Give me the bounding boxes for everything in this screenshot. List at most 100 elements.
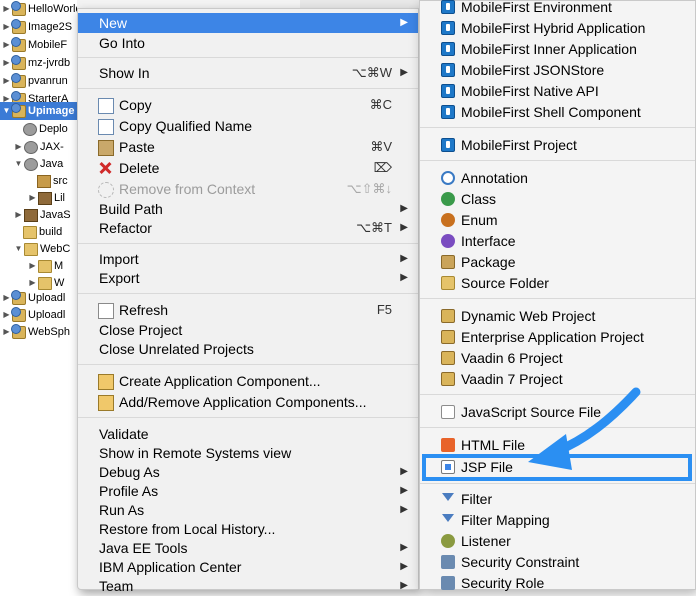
jar-icon	[38, 191, 52, 205]
submenu-item-security-constraint[interactable]: Security Constraint	[420, 552, 695, 573]
expand-arrow-icon[interactable]: ▶	[2, 54, 11, 72]
menu-item-ibm-application-center[interactable]: IBM Application Center ▶	[78, 557, 418, 577]
submenu-item-mobilefirst-shell-component[interactable]: MobileFirst Shell Component	[420, 102, 695, 123]
expand-arrow-icon[interactable]: ▶	[2, 306, 11, 324]
tree-item[interactable]: ▶ JavaS	[14, 206, 71, 224]
submenu-item-listener[interactable]: Listener	[420, 531, 695, 552]
submenu-item-vaadin-7-project[interactable]: Vaadin 7 Project	[420, 369, 695, 390]
menu-item-create-application-component[interactable]: Create Application Component...	[78, 371, 418, 391]
expand-arrow-icon[interactable]: ▶	[28, 189, 37, 207]
collapse-arrow-icon[interactable]: ▼	[14, 240, 23, 258]
menu-item-label: Java EE Tools	[99, 540, 188, 556]
expand-arrow-icon[interactable]: ▶	[2, 323, 11, 341]
menu-item-profile-as[interactable]: Profile As ▶	[78, 481, 418, 501]
submenu-item-class[interactable]: Class	[420, 189, 695, 210]
menu-item-validate[interactable]: Validate	[78, 424, 418, 444]
expand-arrow-icon[interactable]: ▶	[14, 206, 23, 224]
submenu-item-mobilefirst-inner-application[interactable]: MobileFirst Inner Application	[420, 39, 695, 60]
expand-arrow-icon[interactable]: ▶	[14, 138, 23, 156]
menu-item-label: New	[99, 15, 128, 31]
expand-arrow-icon[interactable]: ▶	[28, 257, 37, 275]
menu-item-show-in-remote-systems[interactable]: Show in Remote Systems view	[78, 443, 418, 463]
menu-item-add-remove-application-components[interactable]: Add/Remove Application Components...	[78, 392, 418, 412]
submenu-item-html-file[interactable]: HTML File	[420, 435, 695, 456]
tree-item[interactable]: src	[36, 172, 68, 190]
source-folder-icon	[441, 276, 455, 290]
menu-item-team[interactable]: Team ▶	[78, 576, 418, 596]
submenu-item-enterprise-application-project[interactable]: Enterprise Application Project	[420, 327, 695, 348]
tree-item[interactable]: Deplo	[22, 120, 68, 138]
submenu-item-package[interactable]: Package	[420, 252, 695, 273]
tree-item[interactable]: ▶ mz-jvrdb	[2, 54, 70, 72]
menu-item-copy-qualified-name[interactable]: Copy Qualified Name	[78, 116, 418, 136]
menu-item-build-path[interactable]: Build Path ▶	[78, 199, 418, 219]
expand-arrow-icon[interactable]: ▶	[2, 18, 11, 36]
submenu-item-filter[interactable]: Filter	[420, 489, 695, 510]
submenu-item-mobilefirst-jsonstore[interactable]: MobileFirst JSONStore	[420, 60, 695, 81]
shortcut-label: F5	[376, 302, 392, 317]
class-icon	[441, 192, 455, 206]
collapse-arrow-icon[interactable]: ▼	[2, 102, 11, 120]
submenu-item-mobilefirst-hybrid-application[interactable]: MobileFirst Hybrid Application	[420, 18, 695, 39]
menu-item-paste[interactable]: Paste ⌘V	[78, 137, 418, 157]
menu-item-new[interactable]: New ▶	[78, 13, 418, 33]
tree-item[interactable]: ▶ Uploadl	[2, 306, 65, 324]
menu-item-delete[interactable]: Delete ⌦	[78, 158, 418, 178]
tree-item[interactable]: ▼ WebC	[14, 240, 70, 258]
collapse-arrow-icon[interactable]: ▼	[14, 155, 23, 173]
tree-item-label: Uploadl	[28, 309, 66, 321]
submenu-item-enum[interactable]: Enum	[420, 210, 695, 231]
menu-item-java-ee-tools[interactable]: Java EE Tools ▶	[78, 538, 418, 558]
tree-item[interactable]: ▶ Image2S	[2, 18, 72, 36]
submenu-item-javascript-source-file[interactable]: JavaScript Source File	[420, 402, 695, 423]
menu-item-close-unrelated-projects[interactable]: Close Unrelated Projects	[78, 339, 418, 359]
vaadin-icon	[441, 372, 455, 386]
submenu-arrow-icon: ▶	[400, 222, 408, 233]
expand-arrow-icon[interactable]: ▶	[2, 72, 11, 90]
submenu-item-label: Annotation	[461, 170, 528, 186]
submenu-item-label: MobileFirst Inner Application	[461, 41, 637, 57]
submenu-item-mobilefirst-environment[interactable]: MobileFirst Environment	[420, 0, 695, 18]
submenu-item-annotation[interactable]: Annotation	[420, 168, 695, 189]
tree-item-label: M	[54, 260, 64, 272]
tree-item[interactable]: ▶ Uploadl	[2, 289, 65, 307]
expand-arrow-icon[interactable]: ▶	[2, 0, 11, 18]
tree-item[interactable]: build	[22, 223, 62, 241]
menu-item-restore-local-history[interactable]: Restore from Local History...	[78, 519, 418, 539]
submenu-arrow-icon: ▶	[400, 485, 408, 496]
tree-item[interactable]: ▶ JAX-	[14, 138, 64, 156]
tree-item[interactable]: ▶ Lil	[28, 189, 65, 207]
tree-item[interactable]: ▶ HelloWorld	[2, 0, 82, 18]
menu-item-export[interactable]: Export ▶	[78, 268, 418, 288]
submenu-item-dynamic-web-project[interactable]: Dynamic Web Project	[420, 306, 695, 327]
tree-item-label: MobileF	[28, 39, 68, 51]
expand-arrow-icon[interactable]: ▶	[2, 36, 11, 54]
menu-item-close-project[interactable]: Close Project	[78, 320, 418, 340]
menu-item-copy[interactable]: Copy ⌘C	[78, 95, 418, 115]
tree-item[interactable]: ▶ pvanrun	[2, 72, 68, 90]
menu-item-debug-as[interactable]: Debug As ▶	[78, 462, 418, 482]
submenu-item-mobilefirst-project[interactable]: MobileFirst Project	[420, 135, 695, 156]
tree-item[interactable]: ▶ M	[28, 257, 63, 275]
submenu-item-vaadin-6-project[interactable]: Vaadin 6 Project	[420, 348, 695, 369]
expand-arrow-icon[interactable]: ▶	[2, 289, 11, 307]
menu-item-run-as[interactable]: Run As ▶	[78, 500, 418, 520]
tree-item[interactable]: ▶ MobileF	[2, 36, 67, 54]
shortcut-label: ⌘V	[370, 139, 392, 154]
menu-item-label: Add/Remove Application Components...	[119, 394, 367, 410]
tree-item[interactable]: ▶ WebSph	[2, 323, 70, 341]
submenu-item-interface[interactable]: Interface	[420, 231, 695, 252]
submenu-item-security-role[interactable]: Security Role	[420, 573, 695, 594]
submenu-item-source-folder[interactable]: Source Folder	[420, 273, 695, 294]
menu-item-refresh[interactable]: Refresh F5	[78, 300, 418, 320]
menu-item-import[interactable]: Import ▶	[78, 249, 418, 269]
shortcut-label: ⌥⌘T	[356, 220, 392, 235]
tree-item[interactable]: ▼ Java	[14, 155, 63, 173]
submenu-item-mobilefirst-native-api[interactable]: MobileFirst Native API	[420, 81, 695, 102]
menu-item-show-in[interactable]: Show In ⌥⌘W ▶	[78, 63, 418, 83]
submenu-item-filter-mapping[interactable]: Filter Mapping	[420, 510, 695, 531]
submenu-item-label: MobileFirst Environment	[461, 0, 612, 15]
menu-item-go-into[interactable]: Go Into	[78, 33, 418, 53]
shortcut-label: ⌥⇧⌘↓	[346, 181, 392, 196]
menu-item-refactor[interactable]: Refactor ⌥⌘T ▶	[78, 218, 418, 238]
